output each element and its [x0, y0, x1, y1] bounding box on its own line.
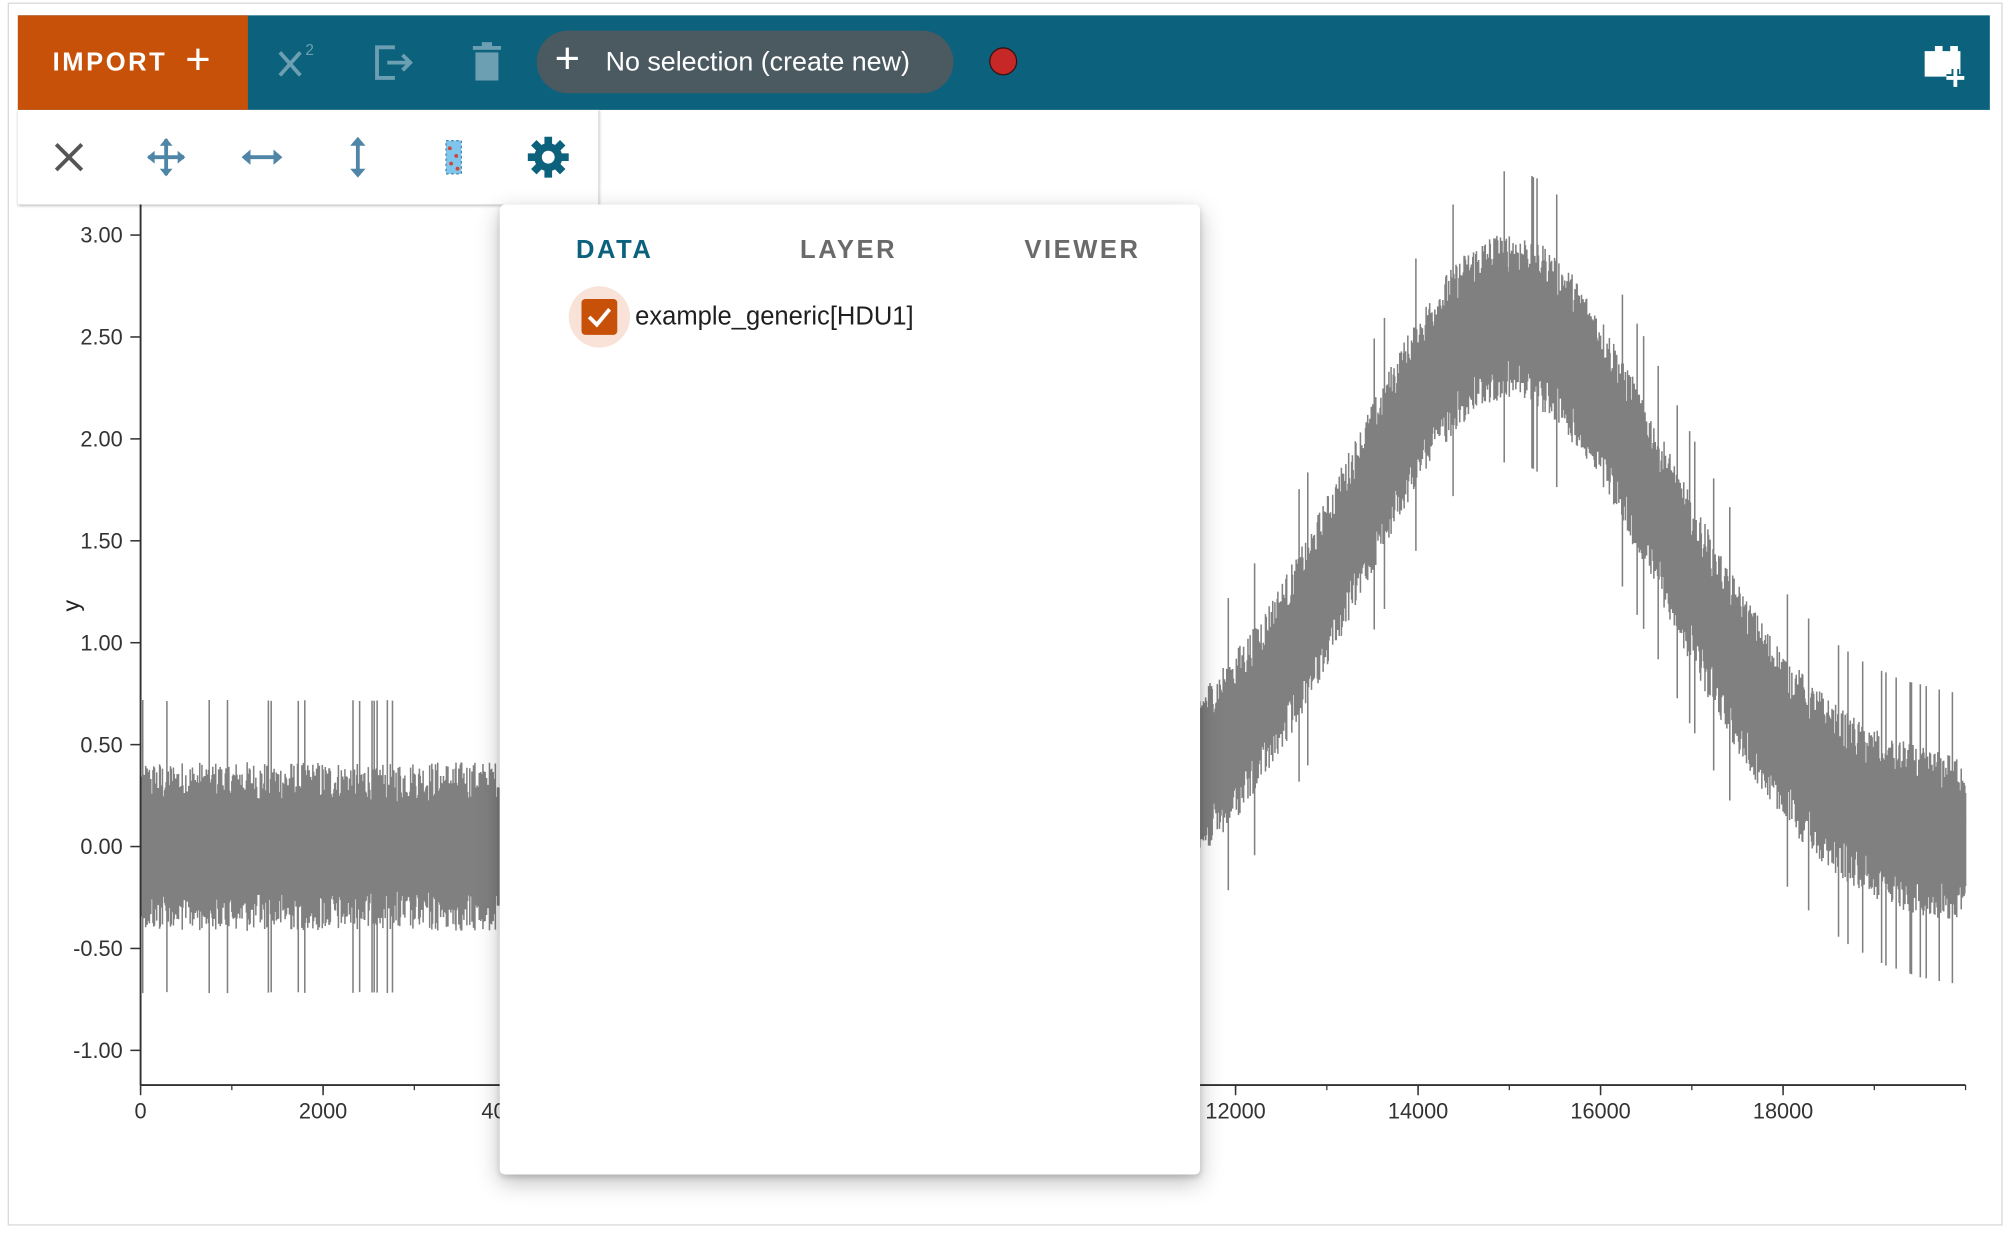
record-icon[interactable]: [989, 47, 1018, 76]
plus-icon: +: [554, 34, 581, 84]
pan-zoom-icon[interactable]: [128, 110, 205, 205]
x-tick-label: 2000: [299, 1098, 347, 1123]
y-axis-label: y: [58, 600, 84, 612]
check-icon: [587, 308, 612, 328]
data-checkbox-halo: [568, 286, 631, 348]
box-select-icon[interactable]: [415, 110, 492, 205]
y-tick-label: -1.00: [73, 1038, 123, 1063]
plus-icon: +: [185, 35, 214, 85]
close-icon[interactable]: [31, 110, 108, 205]
trash-icon[interactable]: [455, 15, 519, 110]
subset-label: No selection (create new): [605, 46, 910, 77]
tab-data[interactable]: DATA: [500, 225, 730, 276]
y-tick-label: 2.00: [80, 427, 122, 452]
app-toolbar: IMPORT + 2 + No selection (create new): [17, 15, 1990, 110]
x-tick-label: 16000: [1570, 1098, 1630, 1123]
import-label: IMPORT: [52, 47, 168, 77]
tab-layer[interactable]: LAYER: [734, 225, 964, 276]
app-window: 3.00 2.50 2.00 1.50 1.00 0.50 0.00 -0.50 -1.00 0 2…: [0, 0, 2004, 1230]
viewer-toolbar: [17, 109, 600, 205]
y-tick-label: 1.50: [80, 528, 122, 553]
svg-text:2: 2: [305, 42, 314, 59]
viewer-options-popover: DATA LAYER VIEWER example_generic[HDU1]: [499, 204, 1201, 1175]
y-tick-label: 0.00: [80, 834, 122, 859]
data-checkbox[interactable]: [581, 299, 618, 335]
y-tick-label: 3.00: [80, 223, 122, 248]
gear-icon[interactable]: [510, 110, 587, 205]
data-item[interactable]: example_generic[HDU1]: [568, 286, 914, 348]
x-tick-label: 18000: [1753, 1098, 1813, 1123]
x-tick-label: 12000: [1205, 1098, 1265, 1123]
y-tick-label: 2.50: [80, 325, 122, 350]
x-squared-icon[interactable]: 2: [266, 15, 330, 110]
data-item-label: example_generic[HDU1]: [635, 302, 914, 331]
export-icon[interactable]: [360, 15, 424, 110]
viewer-add-icon[interactable]: [1920, 38, 1971, 89]
pan-x-icon[interactable]: [224, 110, 301, 205]
pan-y-icon[interactable]: [320, 110, 397, 205]
tab-viewer[interactable]: VIEWER: [967, 225, 1197, 276]
y-tick-label: 1.00: [80, 630, 122, 655]
subset-selector[interactable]: + No selection (create new): [536, 30, 954, 94]
import-button[interactable]: IMPORT +: [17, 15, 248, 110]
y-tick-label: 0.50: [80, 732, 122, 757]
x-tick-label: 0: [135, 1098, 147, 1123]
x-tick-label: 14000: [1388, 1098, 1448, 1123]
y-tick-label: -0.50: [73, 936, 123, 961]
